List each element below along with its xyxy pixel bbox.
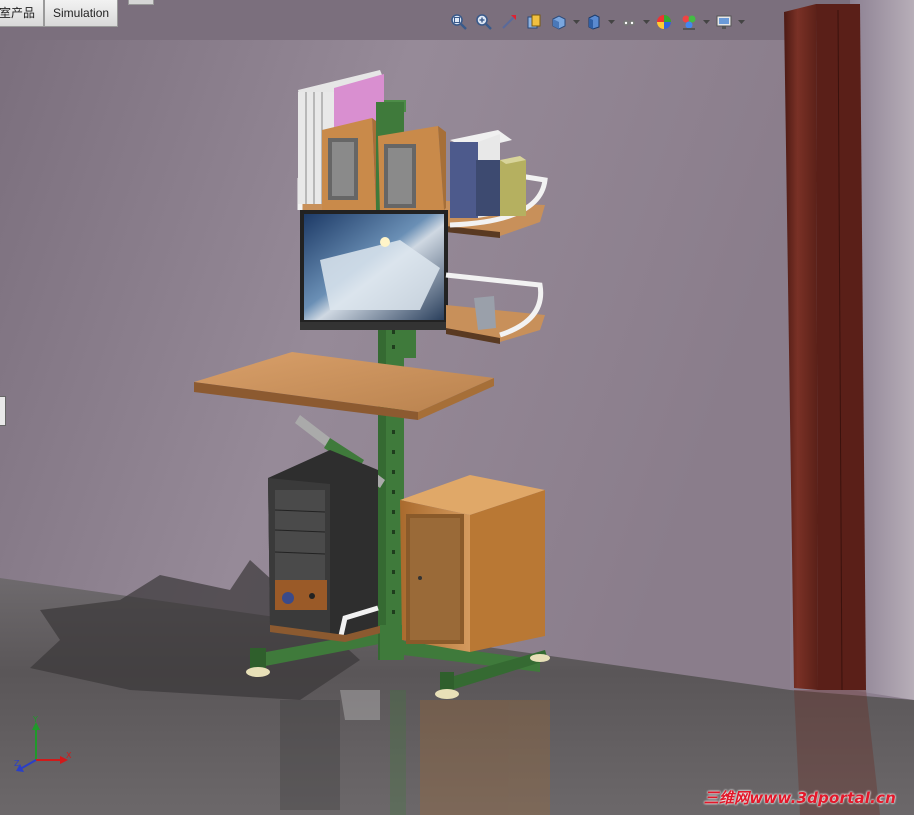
chevron-down-icon[interactable] bbox=[608, 11, 615, 33]
triad-z-label: Z bbox=[14, 759, 20, 768]
previous-view-icon[interactable] bbox=[498, 11, 520, 33]
view-settings-icon[interactable] bbox=[713, 11, 735, 33]
zoom-to-area-icon[interactable] bbox=[473, 11, 495, 33]
graphics-viewport[interactable]: 室产品 Simulation Y X Z 三维网www.3dportal.cn bbox=[0, 0, 914, 815]
triad-y-label: Y bbox=[32, 715, 38, 724]
monitor bbox=[300, 210, 448, 330]
3d-model-scene[interactable] bbox=[0, 0, 914, 815]
coordinate-triad: Y X Z bbox=[14, 715, 72, 772]
triad-x-label: X bbox=[66, 751, 72, 760]
hide-show-items-icon[interactable] bbox=[618, 11, 640, 33]
chevron-down-icon[interactable] bbox=[738, 11, 745, 33]
tab-simulation[interactable]: Simulation bbox=[44, 0, 119, 27]
cabinet bbox=[400, 475, 545, 652]
speaker-right bbox=[378, 126, 446, 214]
chevron-down-icon[interactable] bbox=[703, 11, 710, 33]
section-view-icon[interactable] bbox=[523, 11, 545, 33]
heads-up-view-toolbar bbox=[448, 10, 745, 34]
watermark: 三维网www.3dportal.cn bbox=[703, 789, 896, 807]
chevron-down-icon[interactable] bbox=[643, 11, 650, 33]
speaker-left bbox=[322, 118, 380, 212]
task-pane-handle[interactable] bbox=[0, 396, 6, 426]
display-style-icon[interactable] bbox=[583, 11, 605, 33]
view-orientation-icon[interactable] bbox=[548, 11, 570, 33]
command-manager-tabs: 室产品 Simulation bbox=[0, 0, 119, 27]
zoom-to-fit-icon[interactable] bbox=[448, 11, 470, 33]
chevron-down-icon[interactable] bbox=[573, 11, 580, 33]
tab-room-products[interactable]: 室产品 bbox=[0, 0, 45, 27]
edit-appearance-icon[interactable] bbox=[653, 11, 675, 33]
apply-scene-icon[interactable] bbox=[678, 11, 700, 33]
feature-manager-toggle[interactable] bbox=[128, 0, 154, 5]
